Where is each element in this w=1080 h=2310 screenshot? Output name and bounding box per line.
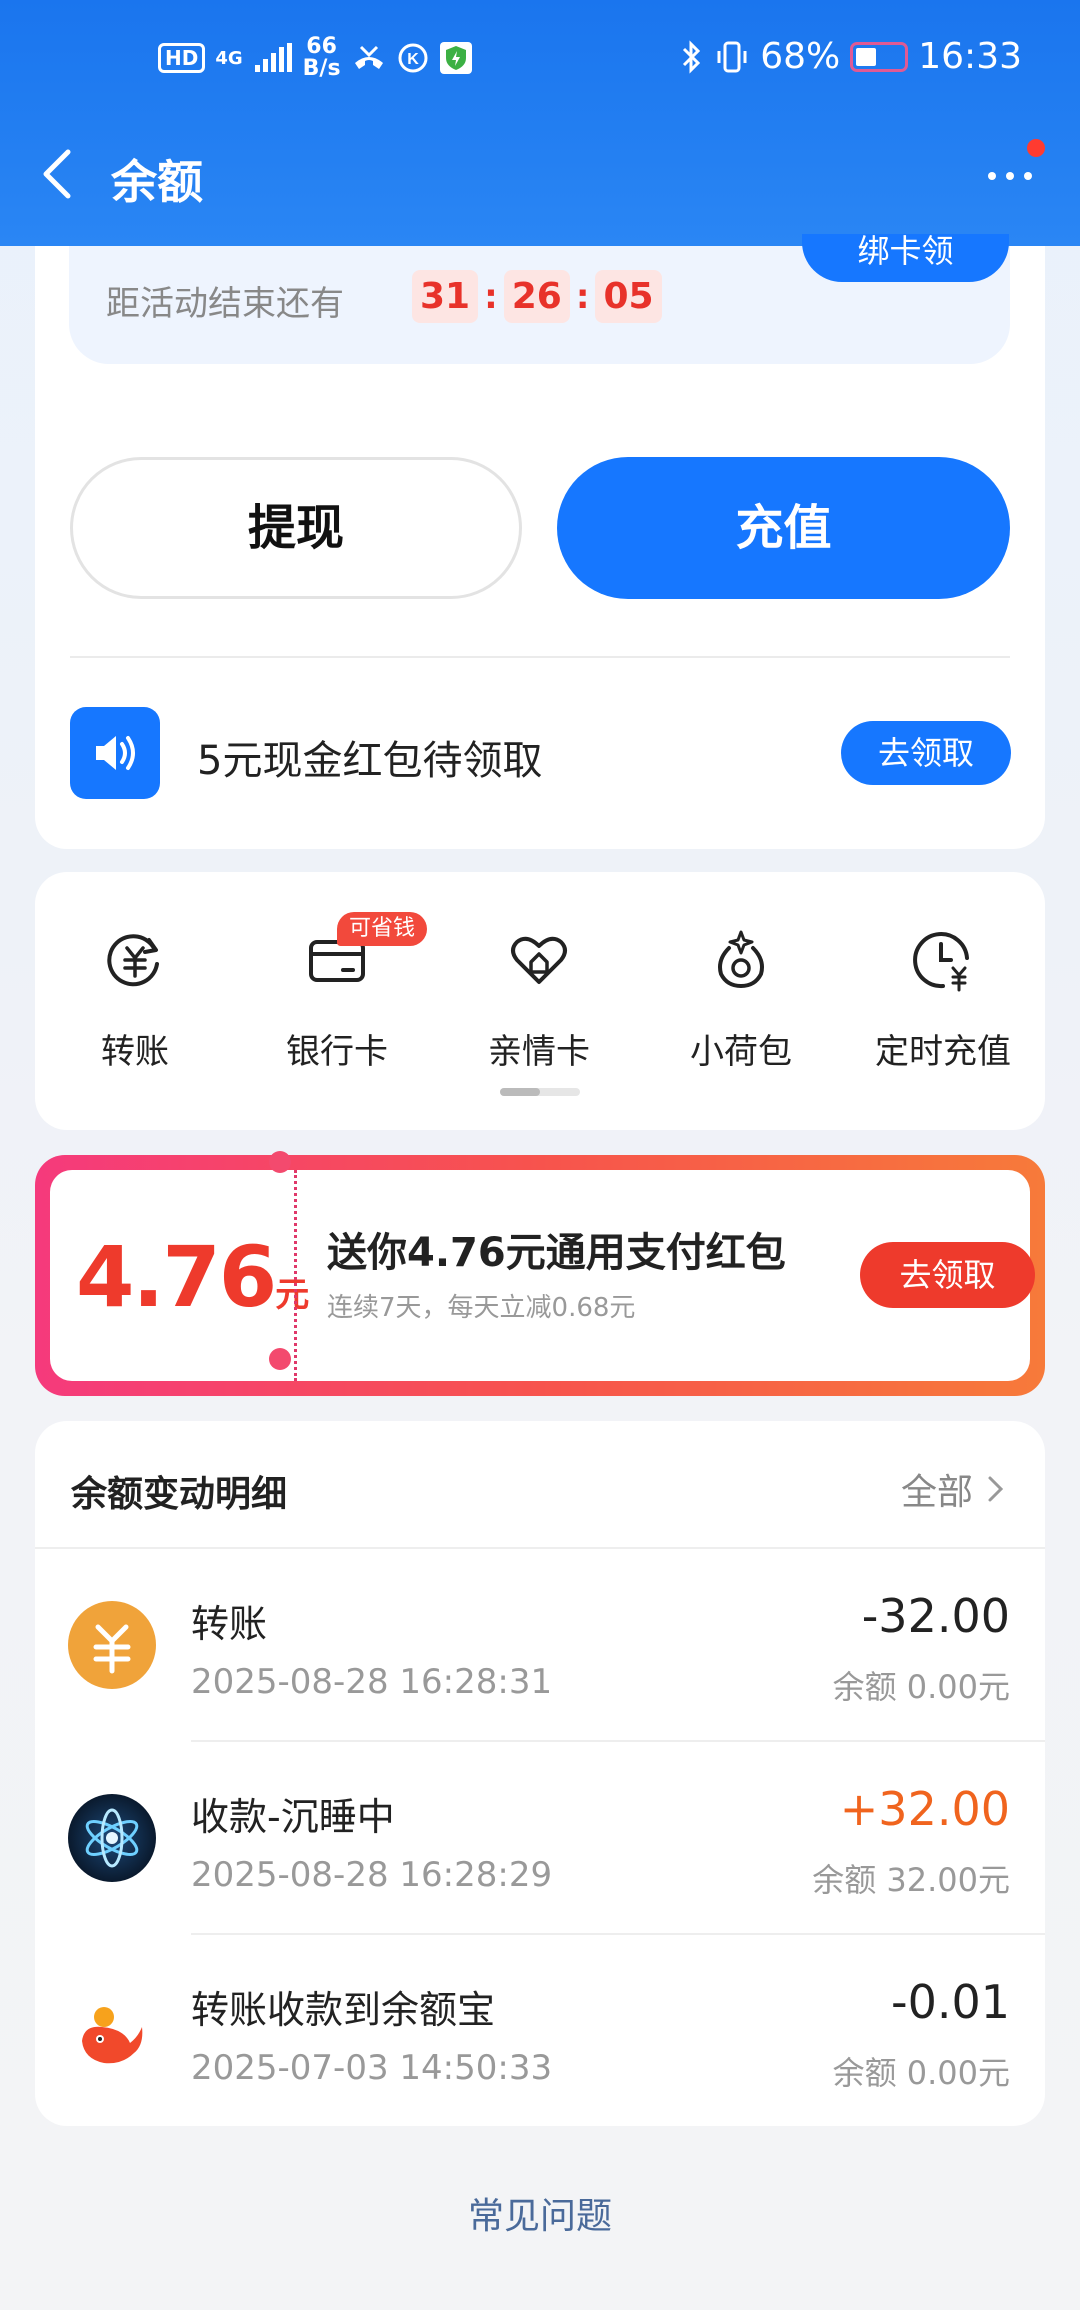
service-label: 银行卡	[286, 1032, 388, 1072]
services-scroll-indicator	[500, 1088, 580, 1096]
countdown-separator: :	[575, 276, 590, 317]
faq-link[interactable]: 常见问题	[0, 2187, 1080, 2239]
record-amount: -0.01	[890, 1975, 1010, 2029]
hd-icon: HD	[158, 43, 206, 73]
coupon-banner[interactable]: 4.76元 送你4.76元通用支付红包 连续7天，每天立减0.68元 去领取	[35, 1151, 1045, 1396]
battery-icon	[850, 41, 909, 72]
service-pouch[interactable]: 小荷包	[661, 928, 821, 1073]
service-scheduled-recharge[interactable]: 定时充值	[863, 928, 1023, 1073]
coupon-title: 送你4.76元通用支付红包	[327, 1230, 786, 1276]
coupon-notch	[269, 1348, 291, 1370]
recharge-button[interactable]: 充值	[557, 457, 1010, 599]
view-all-link[interactable]: 全部	[901, 1463, 1005, 1515]
countdown-hours: 31	[412, 270, 479, 323]
signal-icon	[254, 43, 292, 72]
bluetooth-icon	[683, 39, 701, 74]
record-balance: 余额 32.00元	[812, 1861, 1010, 1899]
vibrate-icon	[717, 41, 747, 72]
promo-banner: 距活动结束还有 31 : 26 : 05 绑卡领	[69, 234, 1010, 364]
chevron-right-icon	[988, 1476, 1004, 1502]
record-row[interactable]: 收款-沉睡中 2025-08-28 16:28:29 +32.00 余额 32.…	[35, 1742, 1045, 1935]
page-title: 余额	[111, 155, 203, 209]
coupon-divider	[294, 1170, 297, 1381]
record-time: 2025-08-28 16:28:29	[191, 1855, 553, 1895]
coupon-amount-value: 4.76	[76, 1228, 277, 1326]
svg-text:K: K	[407, 51, 419, 68]
claim-coupon-button[interactable]: 去领取	[860, 1242, 1035, 1308]
record-balance: 余额 0.00元	[832, 1668, 1010, 1706]
bind-card-button[interactable]: 绑卡领	[802, 234, 1009, 282]
countdown-label: 距活动结束还有	[106, 284, 344, 324]
service-family-card[interactable]: 亲情卡	[459, 928, 619, 1073]
battery-percent: 68%	[760, 36, 841, 77]
missed-call-icon	[354, 45, 383, 69]
records-title: 余额变动明细	[71, 1474, 288, 1515]
record-row[interactable]: 转账 2025-08-28 16:28:31 -32.00 余额 0.00元	[35, 1549, 1045, 1742]
shield-app-icon	[439, 42, 472, 74]
heart-home-icon	[511, 936, 567, 984]
view-all-label: 全部	[900, 1472, 973, 1513]
coupon-notch	[269, 1151, 291, 1173]
countdown-seconds: 05	[595, 270, 662, 323]
balance-card: 距活动结束还有 31 : 26 : 05 绑卡领 提现 充值 5元现金红包待领取…	[35, 234, 1045, 849]
record-title: 收款-沉睡中	[191, 1795, 395, 1839]
clock-yuan-icon	[913, 932, 969, 992]
record-row[interactable]: 转账收款到余额宝 2025-07-03 14:50:33 -0.01 余额 0.…	[35, 1935, 1045, 2126]
coupon-subtitle: 连续7天，每天立减0.68元	[327, 1293, 636, 1323]
app-header: HD 4G 66 B/s K 68% 16:33 余额	[0, 0, 1080, 246]
red-packet-text: 5元现金红包待领取	[197, 738, 543, 784]
network-type: 4G	[215, 47, 243, 69]
status-left: HD 4G 66 B/s K	[158, 36, 473, 80]
more-options-icon[interactable]	[980, 156, 1040, 196]
status-bar: HD 4G 66 B/s K 68% 16:33	[0, 0, 1080, 125]
pouch-icon	[718, 930, 764, 989]
yuebao-avatar-icon	[68, 1987, 156, 2075]
record-time: 2025-08-28 16:28:31	[191, 1662, 553, 1702]
status-right: 68% 16:33	[680, 36, 1022, 77]
claim-red-packet-button[interactable]: 去领取	[841, 721, 1011, 785]
net-speed: 66 B/s	[303, 36, 341, 80]
service-bank-card[interactable]: 银行卡	[257, 928, 417, 1073]
scroll-thumb	[500, 1088, 540, 1096]
countdown-timer: 31 : 26 : 05	[412, 270, 662, 323]
net-speed-unit: B/s	[302, 56, 341, 81]
save-money-badge: 可省钱	[337, 912, 428, 946]
withdraw-button[interactable]: 提现	[70, 457, 522, 599]
record-amount: +32.00	[839, 1782, 1010, 1836]
service-label: 定时充值	[875, 1032, 1011, 1072]
coupon-amount-unit: 元	[275, 1275, 310, 1315]
record-time: 2025-07-03 14:50:33	[191, 2048, 553, 2088]
transfer-yuan-icon	[107, 934, 159, 987]
service-label: 转账	[101, 1032, 169, 1072]
record-amount: -32.00	[861, 1589, 1010, 1643]
countdown-minutes: 26	[503, 270, 570, 323]
balance-records-card: 余额变动明细 全部 转账 2025-08-28 16:28:31 -32.00 …	[35, 1421, 1045, 2126]
speaker-icon	[70, 707, 160, 799]
service-label: 亲情卡	[488, 1032, 590, 1072]
record-title: 转账	[191, 1602, 268, 1646]
countdown-separator: :	[484, 276, 498, 317]
k-app-icon: K	[398, 43, 428, 73]
service-transfer[interactable]: 转账	[55, 928, 215, 1073]
clock: 16:33	[918, 36, 1022, 77]
notification-dot	[1027, 139, 1045, 157]
coupon-body: 4.76元 送你4.76元通用支付红包 连续7天，每天立减0.68元 去领取	[50, 1170, 1035, 1381]
coupon-amount: 4.76元	[76, 1228, 309, 1326]
transfer-avatar-icon	[68, 1601, 156, 1689]
atom-avatar-icon	[68, 1794, 156, 1882]
net-speed-value: 66	[306, 34, 337, 59]
service-label: 小荷包	[690, 1032, 792, 1072]
divider	[70, 656, 1010, 658]
record-balance: 余额 0.00元	[832, 2054, 1010, 2092]
back-arrow-icon[interactable]	[36, 146, 80, 202]
record-title: 转账收款到余额宝	[191, 1988, 496, 2032]
services-card: 转账 银行卡 可省钱 亲情卡 小荷包 定时充值	[35, 872, 1045, 1130]
